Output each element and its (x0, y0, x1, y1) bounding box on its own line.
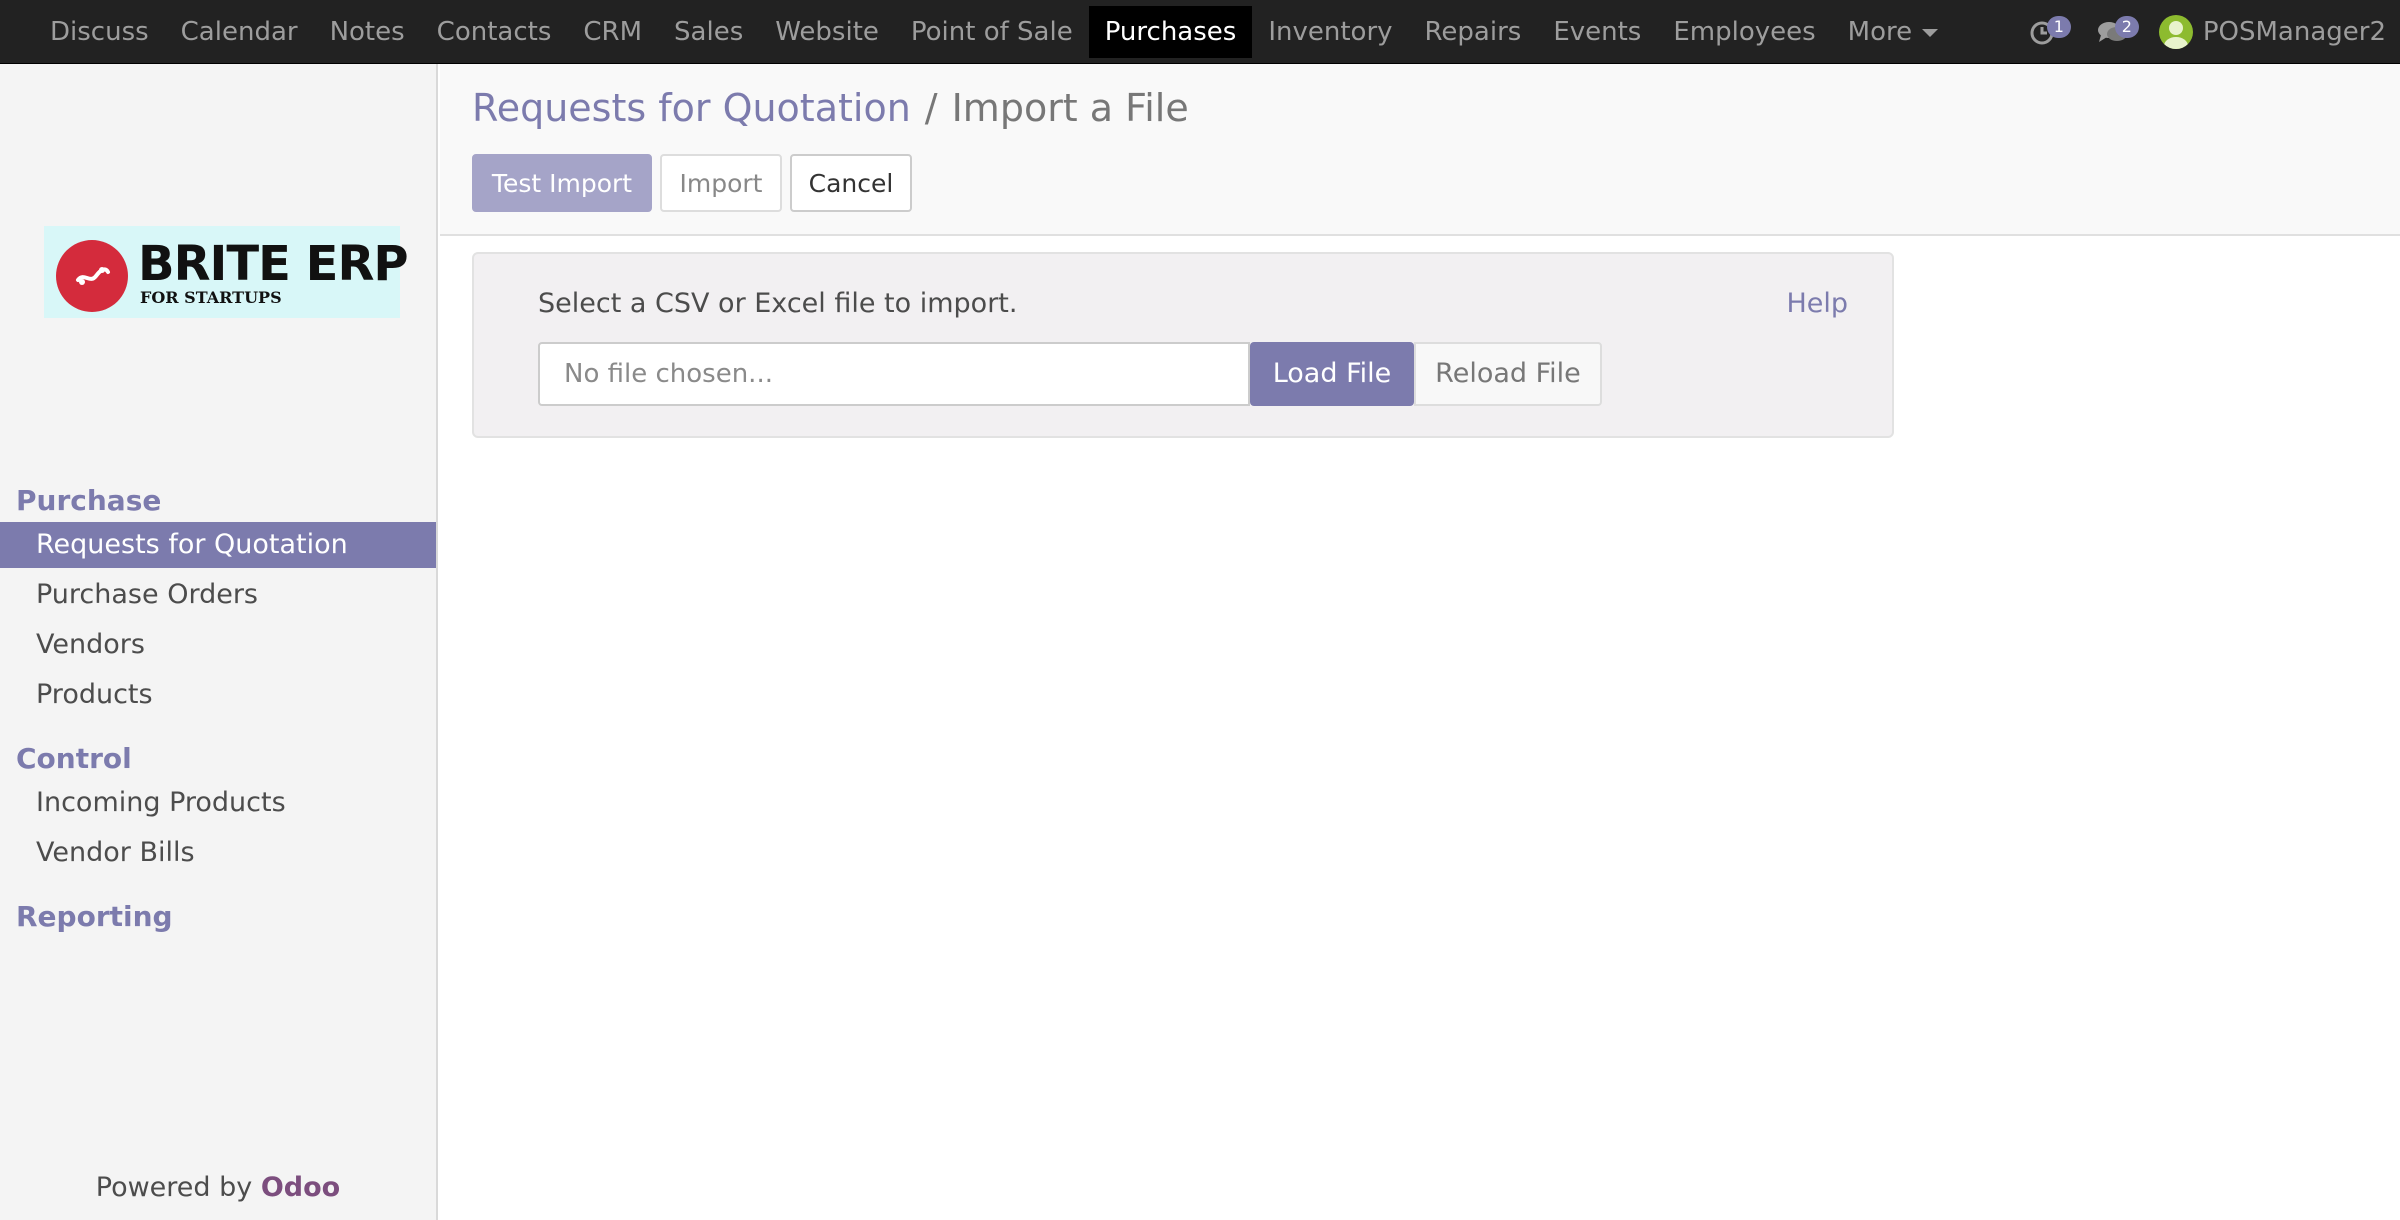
user-name: POSManager2 (2202, 17, 2386, 47)
breadcrumb-current: Import a File (951, 86, 1189, 130)
sidebar: BRITE ERP FOR STARTUPS Purchase Requests… (0, 64, 438, 1220)
avatar (2158, 15, 2193, 49)
control-panel: Requests for Quotation / Import a File Tes… (440, 64, 2400, 236)
app-point-of-sale[interactable]: Point of Sale (895, 6, 1089, 58)
activity-button[interactable]: 1 (2023, 12, 2079, 52)
powered-by-label: Powered by (95, 1172, 253, 1203)
app-sales[interactable]: Sales (658, 6, 759, 58)
main-navbar: Discuss Calendar Notes Contacts CRM Sale… (0, 0, 2400, 64)
systray: 1 2 POSManager2 (2023, 0, 2400, 64)
logo-mark-icon (56, 240, 128, 312)
menu-item-purchase-orders[interactable]: Purchase Orders (0, 572, 436, 618)
app-menu: Discuss Calendar Notes Contacts CRM Sale… (34, 0, 1954, 64)
import-button[interactable]: Import (660, 154, 782, 212)
messages-badge: 2 (2114, 16, 2139, 38)
user-menu[interactable]: POSManager2 (2158, 15, 2400, 49)
menu-section-control[interactable]: Control (16, 742, 132, 775)
breadcrumb: Requests for Quotation / Import a File (472, 86, 1189, 130)
file-input[interactable]: No file chosen... (538, 342, 1250, 406)
menu-item-requests-for-quotation[interactable]: Requests for Quotation (0, 522, 436, 568)
menu-section-purchase[interactable]: Purchase (16, 484, 161, 517)
import-instructions: Select a CSV or Excel file to import. (538, 288, 1018, 319)
menu-item-products[interactable]: Products (0, 672, 436, 718)
app-events[interactable]: Events (1537, 6, 1657, 58)
app-inventory[interactable]: Inventory (1252, 6, 1408, 58)
app-repairs[interactable]: Repairs (1409, 6, 1538, 58)
app-purchases[interactable]: Purchases (1088, 6, 1253, 58)
menu-item-vendors[interactable]: Vendors (0, 622, 436, 668)
help-link[interactable]: Help (1786, 288, 1848, 319)
app-contacts[interactable]: Contacts (421, 6, 568, 58)
menu-item-vendor-bills[interactable]: Vendor Bills (0, 830, 436, 876)
import-file-panel: Select a CSV or Excel file to import. He… (472, 252, 1894, 438)
app-calendar[interactable]: Calendar (165, 6, 314, 58)
more-menu-button[interactable]: More (1832, 6, 1954, 58)
breadcrumb-separator: / (924, 86, 938, 130)
more-label: More (1847, 17, 1913, 47)
messages-button[interactable]: 2 (2091, 12, 2147, 52)
odoo-link[interactable]: Odoo (261, 1172, 340, 1203)
app-discuss[interactable]: Discuss (34, 6, 165, 58)
activity-badge: 1 (2046, 16, 2071, 38)
logo-tagline: FOR STARTUPS (140, 288, 282, 307)
logo-brand: BRITE ERP (138, 236, 409, 292)
reload-file-button[interactable]: Reload File (1414, 342, 1602, 406)
caret-down-icon (1922, 28, 1939, 37)
app-employees[interactable]: Employees (1657, 6, 1831, 58)
menu-item-incoming-products[interactable]: Incoming Products (0, 780, 436, 826)
app-website[interactable]: Website (759, 6, 895, 58)
menu-section-reporting[interactable]: Reporting (16, 900, 173, 933)
app-notes[interactable]: Notes (314, 6, 421, 58)
breadcrumb-parent-link[interactable]: Requests for Quotation (472, 86, 911, 130)
app-crm[interactable]: CRM (567, 6, 658, 58)
cancel-button[interactable]: Cancel (790, 154, 912, 212)
load-file-button[interactable]: Load File (1250, 342, 1414, 406)
powered-by: Powered by Odoo (0, 1172, 436, 1203)
company-logo[interactable]: BRITE ERP FOR STARTUPS (44, 226, 409, 318)
test-import-button[interactable]: Test Import (472, 154, 652, 212)
